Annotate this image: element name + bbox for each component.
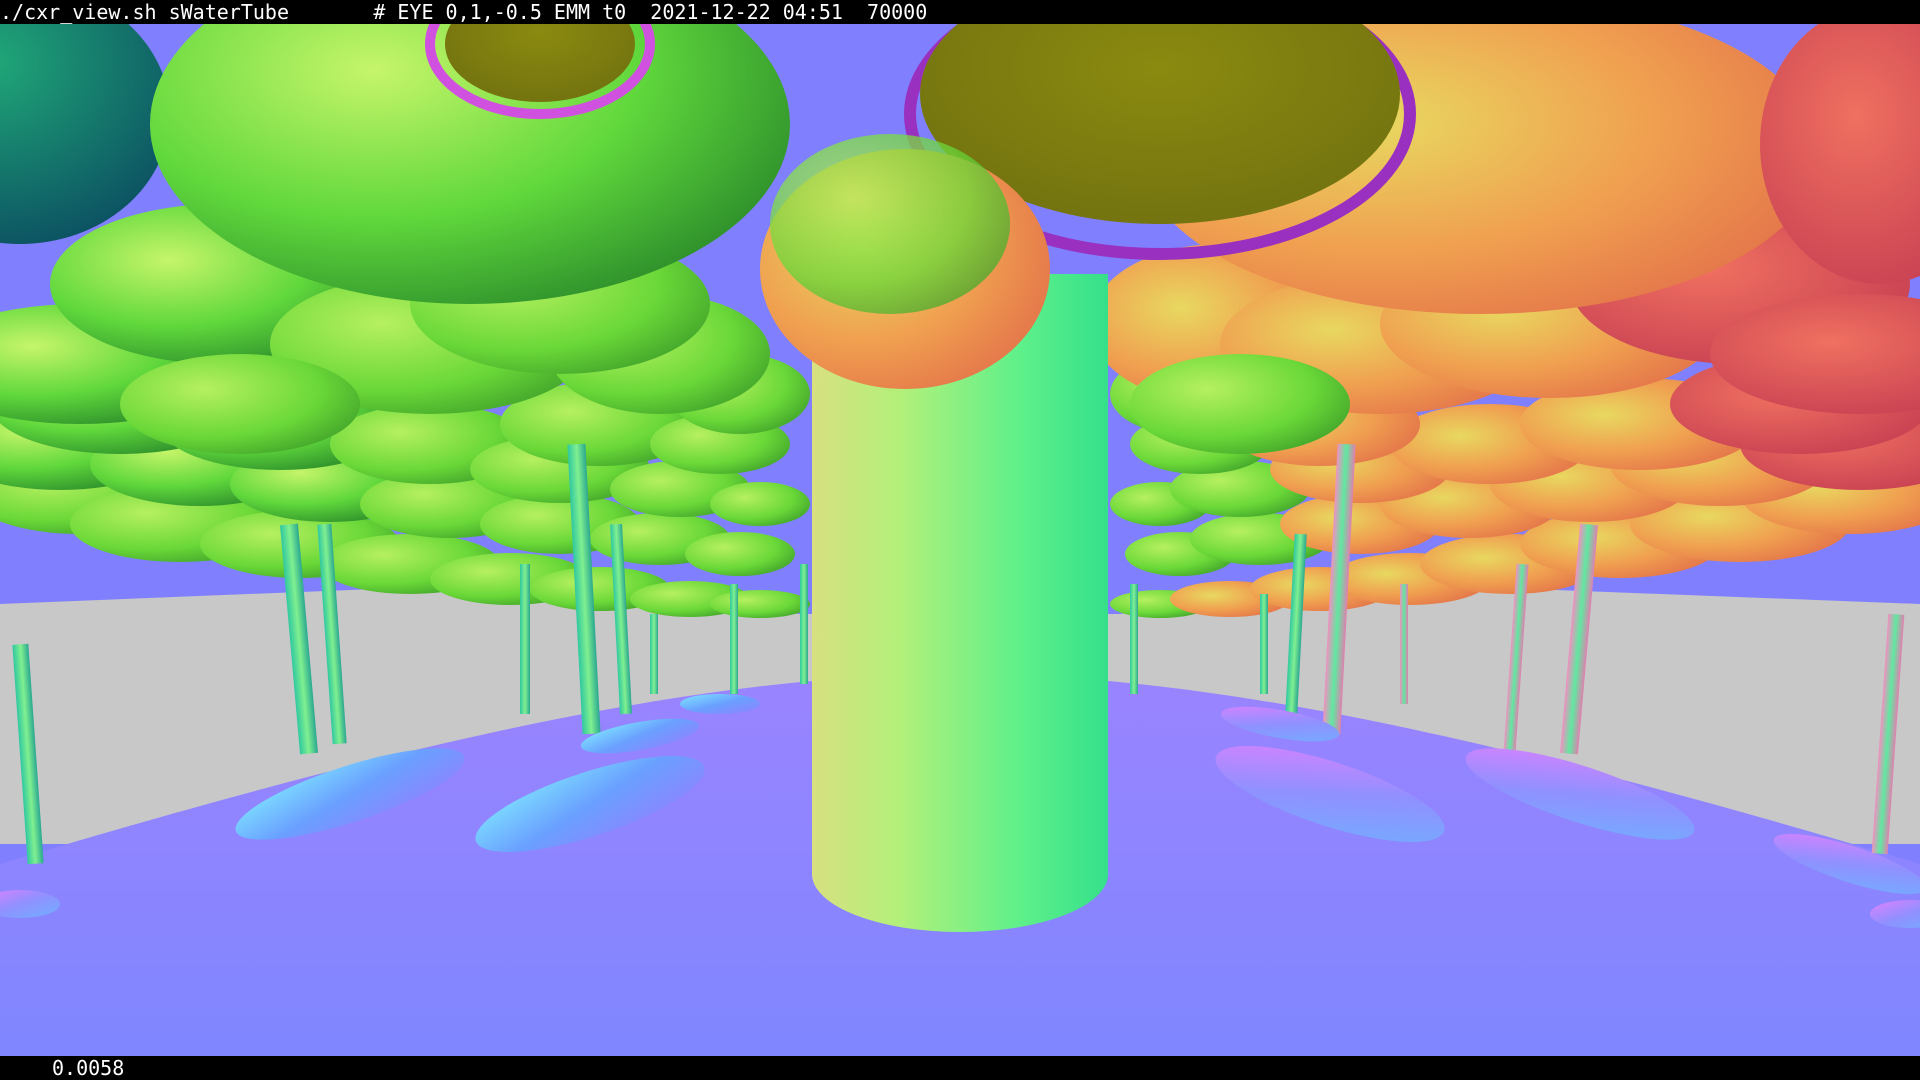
status-bar: 0.0058 bbox=[0, 1056, 1920, 1080]
frame-time: 0.0058 bbox=[52, 1056, 125, 1080]
title-bar: ./cxr_view.sh sWaterTube # EYE 0,1,-0.5 … bbox=[0, 0, 1920, 24]
timestamp: 2021-12-22 04:51 bbox=[650, 0, 843, 24]
render-viewport[interactable] bbox=[0, 24, 1920, 1056]
render-window[interactable]: ./cxr_view.sh sWaterTube # EYE 0,1,-0.5 … bbox=[0, 0, 1920, 1080]
scene-canvas[interactable] bbox=[0, 24, 1920, 1056]
eye-info: # EYE 0,1,-0.5 EMM t0 bbox=[373, 0, 627, 24]
geometry-name: sWaterTube bbox=[168, 0, 290, 24]
script-name: ./cxr_view.sh bbox=[0, 0, 157, 24]
photon-count: 70000 bbox=[867, 0, 928, 24]
